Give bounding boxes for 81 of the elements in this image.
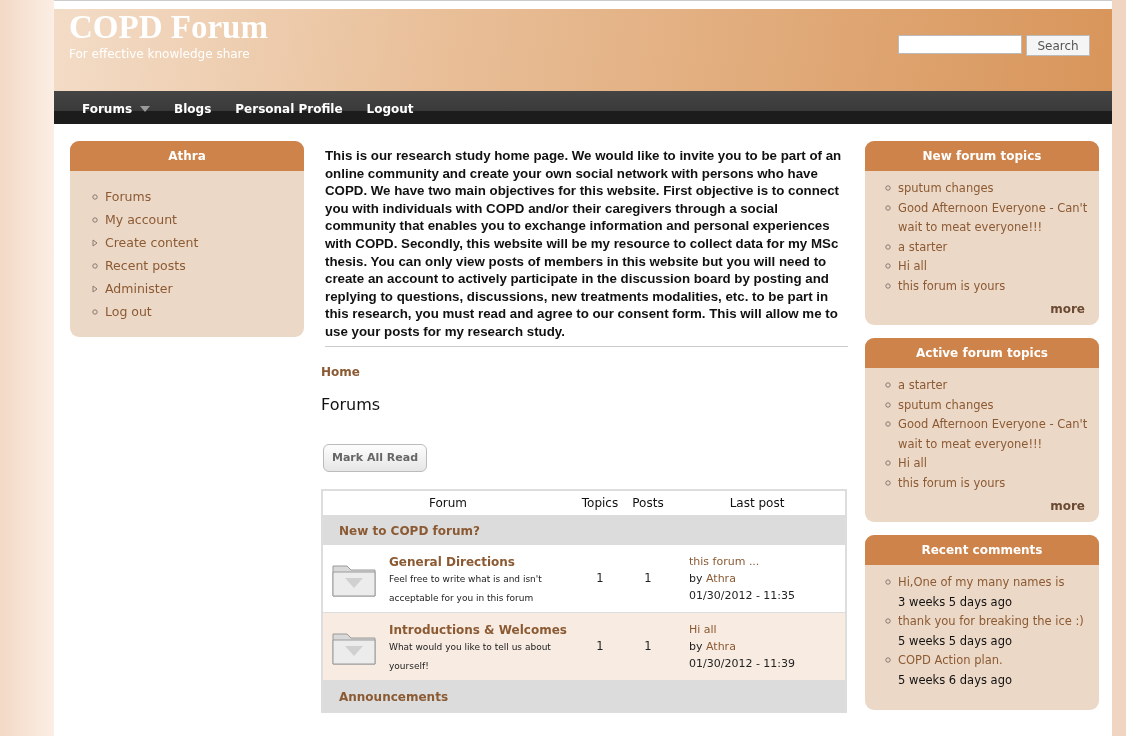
nav-link[interactable]: Logout xyxy=(366,101,414,116)
byline-label: by xyxy=(689,639,703,653)
topic-link[interactable]: Good Afternoon Everyone - Can't wait to meat everyone!!! xyxy=(898,198,1091,238)
topic-link[interactable]: thank you for breaking the ice :) xyxy=(898,612,1084,632)
forum-description: Feel free to write what is and isn't acceptable for you in this forum xyxy=(389,572,543,605)
menu-link[interactable]: Administer xyxy=(105,281,173,296)
nav-link[interactable]: Forums xyxy=(82,101,133,116)
menu-link[interactable]: Forums xyxy=(105,189,152,204)
bullet-icon xyxy=(885,460,891,466)
bullet-icon xyxy=(885,185,891,191)
bullet-icon xyxy=(885,421,891,427)
bullet-icon xyxy=(885,282,891,289)
forum-description: What would you like to tell us about yourself! xyxy=(389,640,552,673)
category-link[interactable]: Announcements xyxy=(339,690,449,705)
nav-link[interactable]: Blogs xyxy=(174,101,212,116)
more-link[interactable]: more xyxy=(1050,302,1085,316)
intro-paragraph: This is our research study home page. We would like to invite you to be part of an online community and create your own social network with persons who have COPD. We have two main objectives for this website. First objective is to connect you with individuals with COPD and/or their caregivers through a social community that enables you to exchange information and personal experiences with COPD. Secondly, this website will be my resource to collect data for my MSc thesis. You can only view posts of members in this website but you will need to create an account to actively participate in the discussion board by posting and replying to questions, discussions, new treatments modalities, etc. to be part in this research, you must read and agree to our consent form. This will allow me to use your posts for my research study. xyxy=(325,147,848,347)
block-title: Recent comments xyxy=(865,535,1099,565)
bullet-icon xyxy=(885,618,891,624)
topic-link[interactable]: Hi all xyxy=(898,454,927,474)
search-button[interactable]: Search xyxy=(1026,35,1090,56)
bullet-icon xyxy=(885,479,891,486)
bullet-icon xyxy=(885,657,891,663)
site-slogan: For effective knowledge share xyxy=(69,47,251,61)
comment-age: 5 weeks 6 days ago xyxy=(898,671,1012,689)
bullet-icon xyxy=(885,263,891,269)
breadcrumb-link[interactable]: Home xyxy=(321,364,360,379)
bullet-icon xyxy=(92,308,98,315)
comment-age: 5 weeks 5 days ago xyxy=(898,632,1013,650)
block-title: Athra xyxy=(70,141,304,171)
table-cell: 1 xyxy=(627,612,669,681)
topic-link[interactable]: Hi all xyxy=(898,257,927,277)
search-field[interactable] xyxy=(898,35,1022,54)
bullet-icon xyxy=(885,204,891,211)
menu-link[interactable]: Recent posts xyxy=(105,258,186,273)
topic-link[interactable]: this forum is yours xyxy=(898,276,1006,296)
post-date: 01/30/2012 - 11:39 xyxy=(689,655,797,672)
topic-link[interactable]: Good Afternoon Everyone - Can't wait to meat everyone!!! xyxy=(898,415,1091,454)
column-header: Topics xyxy=(573,489,627,515)
column-header: Forum xyxy=(322,489,573,515)
table-cell: 1 xyxy=(573,544,627,613)
topic-link[interactable]: sputum changes xyxy=(898,179,994,199)
topic-link[interactable]: sputum changes xyxy=(898,395,994,415)
bullet-icon xyxy=(885,243,891,250)
table-cell: 1 xyxy=(627,544,669,613)
menu-link[interactable]: Log out xyxy=(105,304,152,319)
forum-link[interactable]: General Directions xyxy=(389,554,515,569)
last-post-link[interactable]: Hi all xyxy=(689,622,717,636)
table-cell: 1 xyxy=(573,612,627,681)
comment-age: 3 weeks 5 days ago xyxy=(898,593,1013,611)
bullet-icon xyxy=(92,193,98,200)
author-link[interactable]: Athra xyxy=(706,639,736,653)
expand-triangle-icon[interactable] xyxy=(92,284,98,293)
last-post-link[interactable]: this forum ... xyxy=(689,554,760,568)
bullet-icon xyxy=(885,401,891,408)
column-header: Last post xyxy=(669,489,846,515)
column-header: Posts xyxy=(627,489,669,515)
bullet-icon xyxy=(885,382,891,388)
menu-link[interactable]: Create content xyxy=(105,235,199,250)
byline-label: by xyxy=(689,571,703,585)
more-link[interactable]: more xyxy=(1050,499,1085,513)
nav-link[interactable]: Personal Profile xyxy=(235,101,343,116)
block-title: New forum topics xyxy=(865,141,1099,171)
expand-triangle-icon[interactable] xyxy=(92,238,98,247)
bullet-icon xyxy=(885,579,891,585)
topic-link[interactable]: Hi,One of my many names is xyxy=(898,573,1065,593)
topic-link[interactable]: this forum is yours xyxy=(898,473,1006,493)
post-date: 01/30/2012 - 11:35 xyxy=(689,587,797,604)
topic-link[interactable]: a starter xyxy=(898,237,948,257)
bullet-icon xyxy=(92,216,98,223)
bullet-icon xyxy=(92,262,98,269)
mark-all-read-button[interactable]: Mark All Read xyxy=(323,443,428,472)
forum-link[interactable]: Introductions & Welcomes xyxy=(389,622,567,637)
caret-icon[interactable] xyxy=(140,105,151,112)
page-heading: Forums xyxy=(321,394,382,414)
topic-link[interactable]: a starter xyxy=(898,376,948,396)
block-title: Active forum topics xyxy=(865,338,1099,368)
category-link[interactable]: New to COPD forum? xyxy=(339,524,480,539)
author-link[interactable]: Athra xyxy=(706,571,736,585)
menu-link[interactable]: My account xyxy=(105,212,177,227)
topic-link[interactable]: COPD Action plan. xyxy=(898,651,1012,671)
